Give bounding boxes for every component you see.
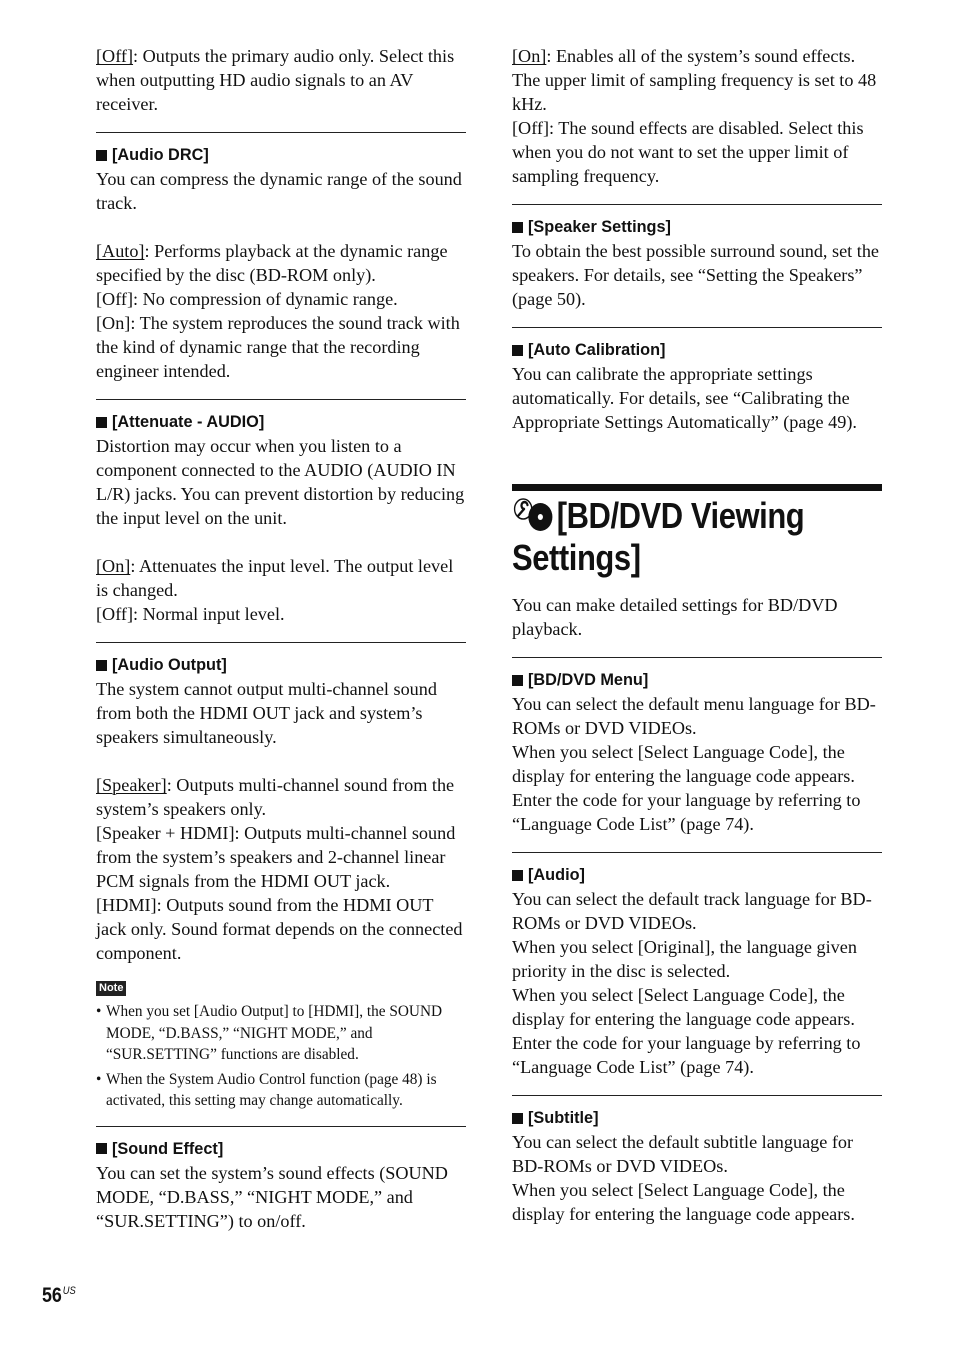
- audio-drc-desc: You can compress the dynamic range of th…: [96, 169, 462, 213]
- section-divider: [512, 1095, 882, 1096]
- off-option-text: [Off]: Outputs the primary audio only. S…: [96, 46, 455, 114]
- square-bullet-icon: [512, 221, 523, 233]
- section-divider: [96, 399, 466, 400]
- audio-drc-heading: [Audio DRC]: [96, 143, 466, 167]
- note-item: When you set [Audio Output] to [HDMI], t…: [96, 1001, 466, 1066]
- square-bullet-icon: [96, 416, 107, 428]
- bd-dvd-menu-heading: [BD/DVD Menu]: [512, 668, 882, 692]
- audio-output-speaker-hdmi-option: [Speaker + HDMI]: Outputs multi-channel …: [96, 823, 456, 891]
- audio-drc-auto-option: [Auto]: Performs playback at the dynamic…: [96, 241, 448, 285]
- note-item: When the System Audio Control function (…: [96, 1069, 466, 1112]
- bd-dvd-menu-desc: You can select the default menu language…: [512, 694, 876, 738]
- section-divider: [512, 852, 882, 853]
- square-bullet-icon: [512, 869, 523, 881]
- square-bullet-icon: [512, 674, 523, 686]
- audio-heading: [Audio]: [512, 863, 882, 887]
- audio-drc-on-option: [On]: The system reproduces the sound tr…: [96, 313, 460, 381]
- subtitle-language-code: When you select [Select Language Code], …: [512, 1180, 855, 1224]
- section-divider: [512, 204, 882, 205]
- section-intro: You can make detailed settings for BD/DV…: [512, 595, 838, 639]
- speaker-settings-desc: To obtain the best possible surround sou…: [512, 241, 879, 309]
- audio-language-code: When you select [Select Language Code], …: [512, 985, 861, 1077]
- section-divider: [512, 327, 882, 328]
- section-divider: [512, 657, 882, 658]
- subtitle-desc: You can select the default subtitle lang…: [512, 1132, 854, 1176]
- attenuate-on-option: [On]: Attenuates the input level. The ou…: [96, 556, 454, 600]
- section-title-bar: [512, 484, 882, 491]
- square-bullet-icon: [96, 659, 107, 671]
- audio-output-speaker-option: [Speaker]: Outputs multi-channel sound f…: [96, 775, 455, 819]
- square-bullet-icon: [512, 344, 523, 356]
- section-title: [BD/DVD Viewing Settings]: [512, 495, 805, 578]
- audio-original: When you select [Original], the language…: [512, 937, 857, 981]
- attenuate-desc: Distortion may occur when you listen to …: [96, 436, 465, 528]
- page-number: 56US: [42, 1284, 76, 1307]
- sound-effect-desc: You can set the system’s sound effects (…: [96, 1162, 448, 1231]
- sound-effect-heading: [Sound Effect]: [96, 1137, 466, 1161]
- attenuate-heading: [Attenuate - AUDIO]: [96, 410, 466, 434]
- attenuate-off-option: [Off]: Normal input level.: [96, 604, 285, 624]
- section-divider: [96, 132, 466, 133]
- right-column: [On]: Enables all of the system’s sound …: [512, 44, 882, 1226]
- note-label: Note: [96, 981, 127, 996]
- sound-effect-on-option: [On]: Enables all of the system’s sound …: [512, 46, 877, 114]
- section-divider: [96, 1125, 466, 1127]
- audio-desc: You can select the default track languag…: [512, 889, 872, 933]
- square-bullet-icon: [512, 1112, 523, 1124]
- left-column: [Off]: Outputs the primary audio only. S…: [96, 44, 466, 1233]
- note-list: When you set [Audio Output] to [HDMI], t…: [96, 1001, 466, 1112]
- audio-drc-off-option: [Off]: No compression of dynamic range.: [96, 289, 398, 309]
- auto-calibration-desc: You can calibrate the appropriate settin…: [512, 364, 857, 432]
- bd-dvd-menu-language-code: When you select [Select Language Code], …: [512, 742, 861, 834]
- square-bullet-icon: [96, 149, 107, 161]
- region-code: US: [62, 1285, 76, 1297]
- square-bullet-icon: [96, 1143, 107, 1154]
- auto-calibration-heading: [Auto Calibration]: [512, 338, 882, 362]
- audio-output-hdmi-option: [HDMI]: Outputs sound from the HDMI OUT …: [96, 895, 463, 963]
- audio-output-desc: The system cannot output multi-channel s…: [96, 679, 437, 747]
- sound-effect-off-option: [Off]: The sound effects are disabled. S…: [512, 118, 864, 186]
- speaker-settings-heading: [Speaker Settings]: [512, 215, 882, 239]
- wrench-disc-icon: [512, 498, 557, 532]
- audio-output-heading: [Audio Output]: [96, 653, 466, 677]
- section-divider: [96, 642, 466, 643]
- subtitle-heading: [Subtitle]: [512, 1106, 882, 1130]
